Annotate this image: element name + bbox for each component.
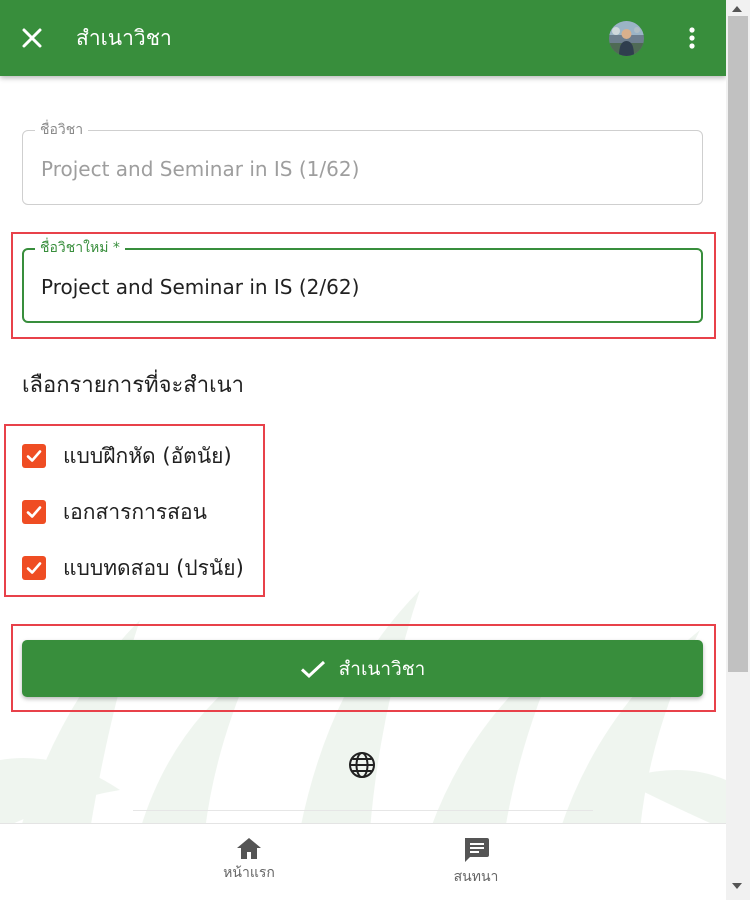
more-options-button[interactable] (680, 22, 704, 54)
app-screen: สำเนาวิชา ชื่อวิชา Project and Seminar i… (0, 0, 726, 900)
divider (133, 810, 593, 811)
checkbox-documents[interactable] (22, 500, 46, 524)
bottom-navigation: หน้าแรก สนทนา (0, 823, 726, 900)
checkbox-label-quiz: แบบทดสอบ (ปรนัย) (63, 556, 244, 580)
checkbox-exercise[interactable] (22, 444, 46, 468)
new-course-name-input[interactable]: ชื่อวิชาใหม่ * Project and Seminar in IS… (22, 239, 703, 323)
course-name-field[interactable]: ชื่อวิชา Project and Seminar in IS (1/62… (22, 121, 703, 205)
close-button[interactable] (16, 22, 48, 54)
globe-icon (349, 752, 375, 778)
new-course-name-label: ชื่อวิชาใหม่ * (35, 239, 125, 257)
course-name-label: ชื่อวิชา (35, 121, 89, 139)
checkbox-label-documents: เอกสารการสอน (63, 500, 207, 524)
check-icon (300, 660, 325, 678)
more-vertical-icon (689, 27, 695, 49)
check-icon (26, 450, 42, 462)
checkbox-label-exercise: แบบฝึกหัด (อัตนัย) (63, 444, 232, 468)
home-icon (237, 838, 261, 859)
language-button[interactable] (348, 751, 376, 779)
checkbox-row-documents[interactable]: เอกสารการสอน (22, 498, 207, 526)
scroll-down-arrow-icon[interactable] (732, 883, 742, 889)
new-course-name-value: Project and Seminar in IS (2/62) (41, 275, 360, 299)
check-icon (26, 506, 42, 518)
scroll-up-arrow-icon[interactable] (732, 6, 742, 12)
nav-chat-label: สนทนา (453, 869, 499, 885)
page-title: สำเนาวิชา (76, 26, 172, 50)
copy-items-heading: เลือกรายการที่จะสำเนา (22, 373, 244, 398)
user-avatar[interactable] (609, 21, 644, 56)
nav-home-label: หน้าแรก (223, 865, 275, 881)
copy-course-button-label: สำเนาวิชา (338, 657, 426, 680)
nav-home[interactable]: หน้าแรก (189, 836, 309, 882)
vertical-scrollbar[interactable] (726, 0, 750, 900)
checkbox-quiz[interactable] (22, 556, 46, 580)
course-name-value: Project and Seminar in IS (1/62) (41, 157, 360, 181)
copy-course-button[interactable]: สำเนาวิชา (22, 640, 703, 697)
close-icon (22, 28, 42, 48)
checkbox-row-quiz[interactable]: แบบทดสอบ (ปรนัย) (22, 554, 244, 582)
checkbox-row-exercise[interactable]: แบบฝึกหัด (อัตนัย) (22, 442, 232, 470)
scrollbar-thumb[interactable] (728, 16, 748, 672)
chat-icon (465, 838, 489, 862)
nav-chat[interactable]: สนทนา (416, 836, 536, 886)
top-app-bar: สำเนาวิชา (0, 0, 726, 76)
check-icon (26, 562, 42, 574)
